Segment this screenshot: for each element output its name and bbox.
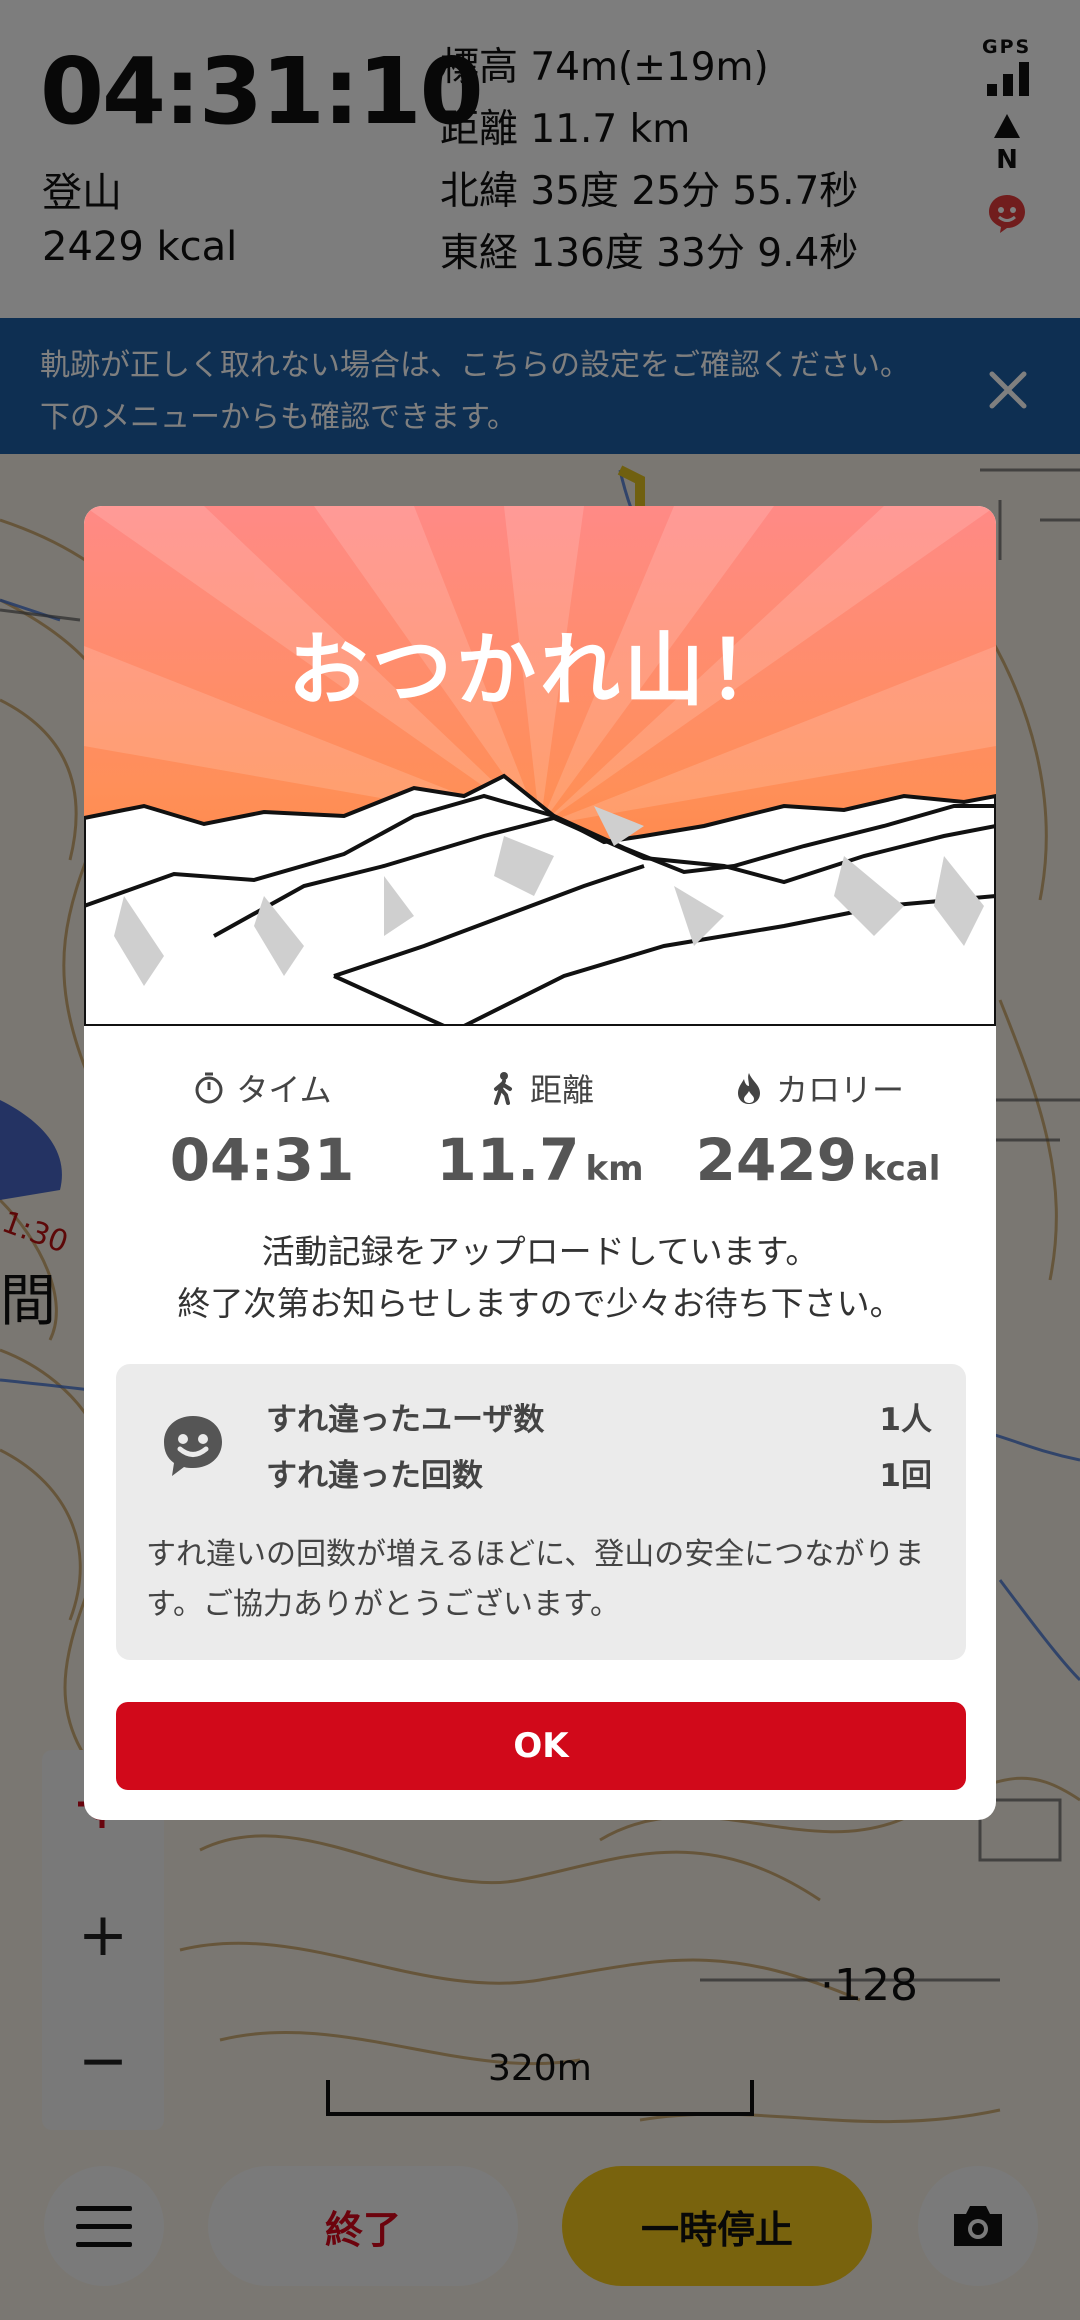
stat-distance-label: 距離 — [529, 1071, 594, 1109]
stat-time-value: 04:31 — [169, 1126, 355, 1194]
upload-message-line2: 終了次第お知らせしますので少々お待ち下さい。 — [177, 1284, 903, 1323]
encounter-users-row: すれ違ったユーザ数 1人 — [266, 1394, 932, 1439]
stat-calories-label: カロリー — [775, 1071, 904, 1109]
encounter-summary: すれ違ったユーザ数 1人 すれ違った回数 1回 すれ違いの回数が増えるほどに、登… — [116, 1364, 966, 1660]
mountain-sunrise-illustration — [84, 506, 996, 1026]
stat-time-label: タイム — [236, 1071, 332, 1109]
encounter-note: すれ違いの回数が増えるほどに、登山の安全につながります。ご協力ありがとうございま… — [146, 1537, 925, 1622]
encounter-count-value: 1回 — [879, 1458, 932, 1494]
stopwatch-icon — [195, 1072, 223, 1104]
flame-icon — [737, 1073, 760, 1104]
stat-calories-value: 2429 — [695, 1126, 858, 1194]
stat-distance-unit: km — [585, 1149, 644, 1189]
ok-button[interactable]: OK — [116, 1702, 966, 1790]
stat-distance: 距離 11.7 km — [410, 1066, 670, 1194]
stat-distance-value: 11.7 — [436, 1126, 580, 1194]
stat-time: タイム 04:31 — [132, 1066, 392, 1194]
encounter-users-label: すれ違ったユーザ数 — [266, 1402, 545, 1438]
encounter-face-icon — [164, 1416, 222, 1476]
encounter-count-label: すれ違った回数 — [266, 1458, 483, 1494]
upload-message-line1: 活動記録をアップロードしています。 — [261, 1232, 819, 1271]
finish-dialog: おつかれ山！ タイム 04:31 距離 11.7 km カロリー 2429 kc… — [84, 506, 996, 1820]
encounter-count-row: すれ違った回数 1回 — [266, 1450, 932, 1495]
walker-icon — [493, 1072, 512, 1105]
stat-calories-unit: kcal — [863, 1149, 941, 1189]
stat-calories: カロリー 2429 kcal — [688, 1066, 948, 1194]
upload-message: 活動記録をアップロードしています。 終了次第お知らせしますので少々お待ち下さい。 — [84, 1226, 996, 1330]
dialog-title: おつかれ山！ — [288, 624, 792, 717]
encounter-users-value: 1人 — [879, 1402, 932, 1438]
